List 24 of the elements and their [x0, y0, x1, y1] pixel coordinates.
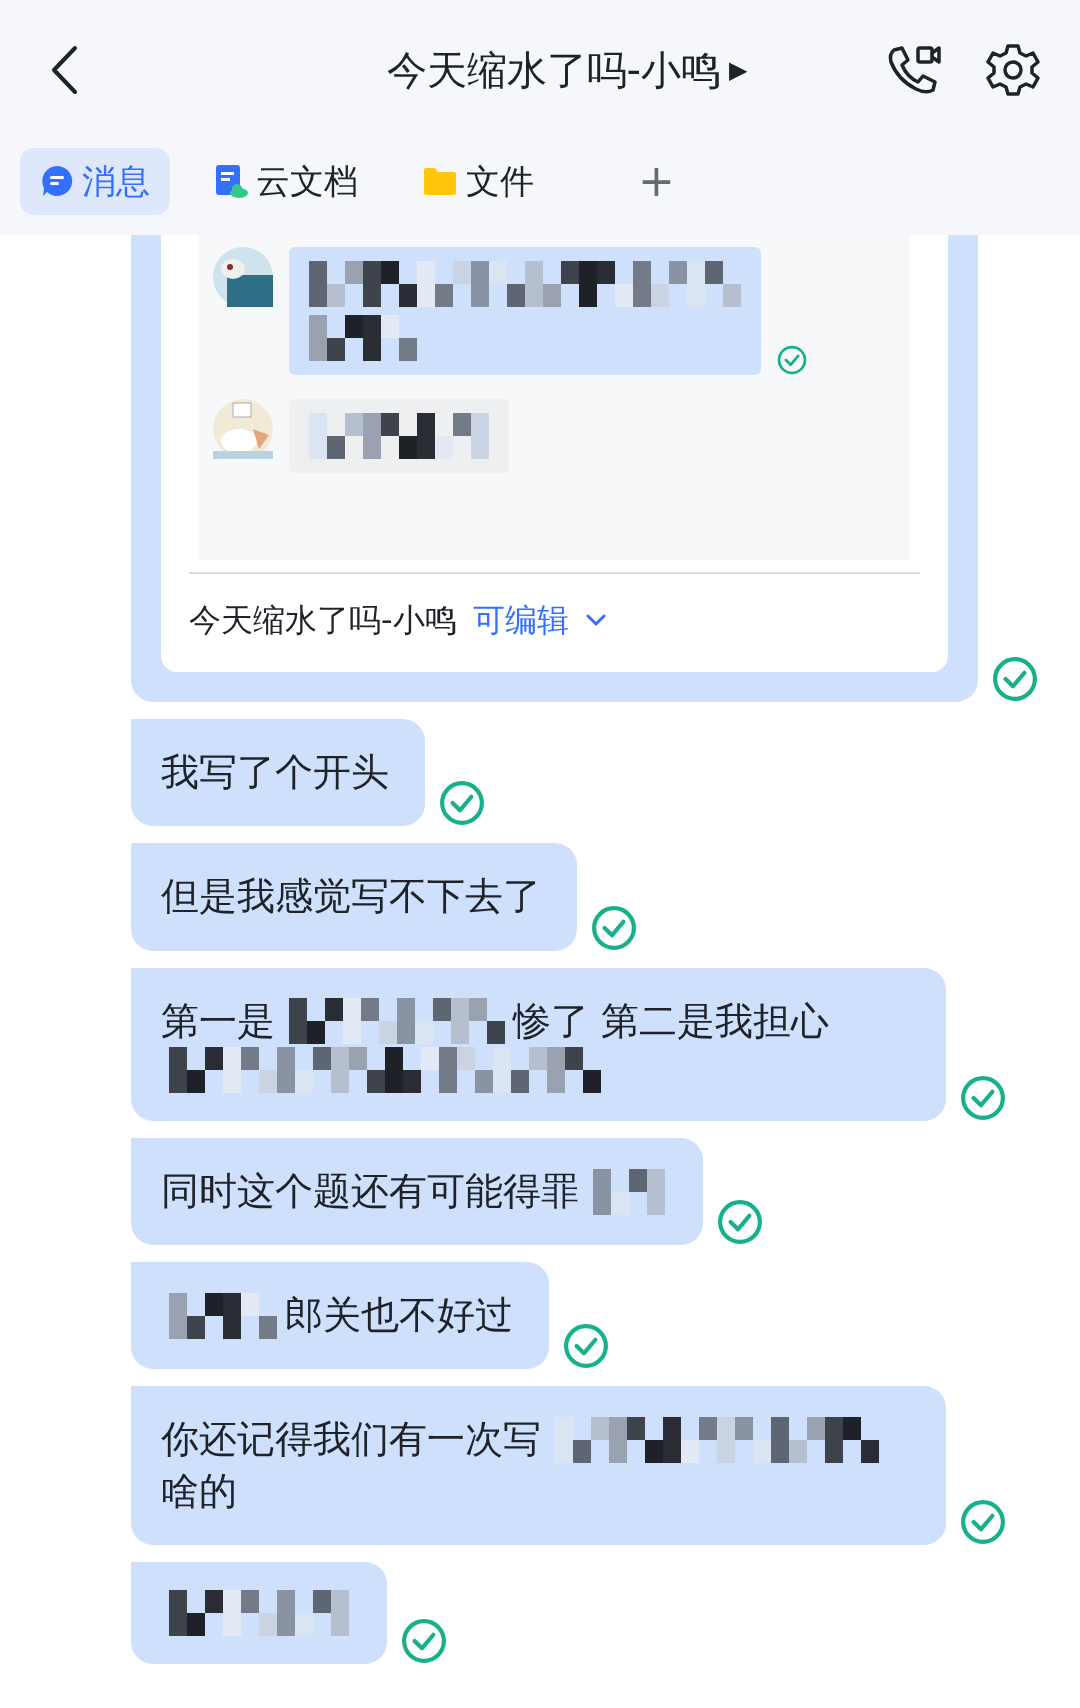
- back-icon[interactable]: [50, 45, 78, 95]
- title-caret[interactable]: ▶: [729, 52, 748, 88]
- chevron-down-icon[interactable]: [584, 613, 607, 627]
- message-text: 但是我感觉写不下去了: [161, 873, 541, 921]
- message-text: 我写了个开头: [161, 749, 389, 796]
- permission-dropdown[interactable]: 可编辑: [472, 596, 569, 644]
- message-text: 啥的: [161, 1467, 237, 1515]
- shared-doc-card[interactable]: 今天缩水了吗-小鸣 可编辑: [131, 235, 978, 702]
- video-call-icon[interactable]: [886, 44, 942, 96]
- message-text: 你还记得我们有一次写: [161, 1416, 541, 1464]
- message-text: 郎关也不好过: [285, 1292, 513, 1340]
- chat-bubble-icon: [40, 164, 74, 198]
- cloud-document-icon: [214, 163, 248, 199]
- folder-icon: [422, 166, 458, 196]
- message-text: 惨了 第二是我担心: [513, 997, 830, 1045]
- message-text: 第一是: [161, 997, 275, 1045]
- add-tab-button[interactable]: +: [618, 140, 695, 222]
- message-text: 同时这个题还有可能得罪: [161, 1167, 579, 1215]
- doc-title: 今天缩水了吗-小鸣: [189, 600, 457, 641]
- tab[interactable]: 云文档: [194, 147, 378, 215]
- redaction-mosaic: [593, 1168, 665, 1215]
- tab[interactable]: 文件: [402, 147, 554, 215]
- chat-title[interactable]: 今天缩水了吗-小鸣: [386, 40, 721, 100]
- settings-icon[interactable]: [986, 43, 1040, 97]
